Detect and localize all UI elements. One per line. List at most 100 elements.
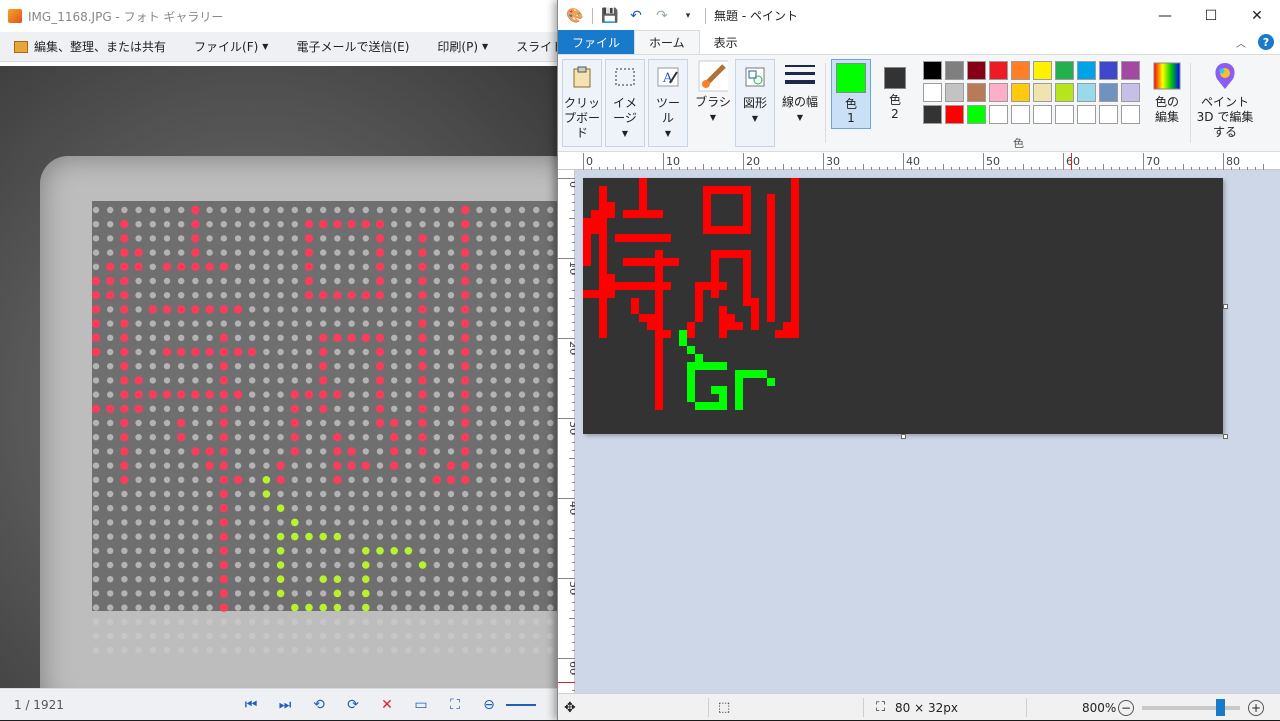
led-dot (447, 206, 455, 214)
led-dot (120, 319, 129, 328)
gallery-menu-item[interactable]: 電子メールで送信(E) (282, 38, 423, 55)
palette-swatch[interactable] (1033, 83, 1052, 102)
zoom-in-button[interactable]: + (1248, 699, 1264, 716)
palette-swatch[interactable] (1011, 83, 1030, 102)
palette-swatch[interactable] (1077, 105, 1096, 124)
edit-colors-button[interactable]: 色の編集 (1147, 59, 1187, 151)
customize-qat-icon[interactable]: ▾ (679, 7, 697, 25)
palette-swatch[interactable] (923, 61, 942, 80)
redo-icon[interactable]: ↷ (653, 7, 671, 25)
maximize-button[interactable]: ☐ (1188, 0, 1234, 31)
palette-swatch[interactable] (967, 83, 986, 102)
palette-swatch[interactable] (1077, 61, 1096, 80)
led-dot (92, 448, 100, 455)
delete-icon[interactable]: ✕ (370, 693, 404, 717)
led-dot (447, 363, 455, 370)
rotate-left-icon[interactable]: ⟲ (302, 693, 336, 717)
paint3d-button[interactable]: ペイント 3D で編集する (1194, 59, 1256, 151)
palette-swatch[interactable] (945, 61, 964, 80)
palette-swatch[interactable] (923, 105, 942, 124)
palette-swatch[interactable] (967, 61, 986, 80)
palette-swatch[interactable] (1121, 105, 1140, 124)
tab-file[interactable]: ファイル (558, 30, 635, 54)
palette-swatch[interactable] (1055, 61, 1074, 80)
zoom-slider[interactable] (1142, 698, 1240, 716)
image-button[interactable]: イメージ ▼ (605, 59, 645, 147)
save-icon[interactable]: 💾 (601, 7, 619, 25)
gallery-menu-item[interactable]: 印刷(P) ▼ (423, 38, 502, 55)
palette-swatch[interactable] (989, 105, 1008, 124)
led-dot (362, 603, 370, 612)
led-dot (461, 205, 470, 215)
zoom-out-icon[interactable]: ⊖ (472, 693, 506, 717)
palette-swatch[interactable] (1033, 105, 1052, 124)
palette-swatch[interactable] (989, 61, 1008, 80)
undo-icon[interactable]: ↶ (627, 7, 645, 25)
red-pixel-block (727, 322, 735, 330)
led-dot (361, 220, 370, 229)
tab-home[interactable]: ホーム (634, 30, 700, 54)
zoom-out-button[interactable]: − (1118, 699, 1134, 716)
led-dot (462, 505, 469, 512)
led-dot (206, 618, 213, 625)
drawing-canvas[interactable] (583, 178, 1223, 434)
led-dot (405, 405, 412, 412)
tab-view[interactable]: 表示 (700, 30, 752, 54)
palette-swatch[interactable] (1011, 105, 1030, 124)
led-dot (304, 291, 314, 300)
tools-button[interactable]: A ツール ▼ (648, 59, 688, 147)
color2-button[interactable]: 色 2 (875, 59, 915, 129)
led-dot (219, 404, 228, 413)
led-dot (334, 320, 341, 327)
first-photo-icon[interactable]: ⏮ (234, 693, 268, 717)
led-dot (249, 363, 256, 370)
rotate-right-icon[interactable]: ⟳ (336, 693, 370, 717)
palette-swatch[interactable] (1055, 105, 1074, 124)
minimize-button[interactable]: — (1142, 0, 1188, 31)
led-dot (148, 305, 157, 314)
clipboard-button[interactable]: クリップボード (562, 59, 602, 147)
palette-swatch[interactable] (1099, 105, 1118, 124)
led-dot (490, 632, 497, 640)
palette-swatch[interactable] (1077, 83, 1096, 102)
palette-swatch[interactable] (967, 105, 986, 124)
led-dot (107, 561, 114, 569)
help-icon[interactable]: ? (1258, 34, 1274, 50)
resize-handle-bottom[interactable] (901, 434, 906, 439)
palette-swatch[interactable] (945, 83, 964, 102)
palette-swatch[interactable] (945, 105, 964, 124)
led-dot (461, 291, 470, 300)
led-dot (504, 576, 511, 583)
red-pixel-block (615, 234, 671, 242)
led-dot (120, 248, 129, 257)
led-dot (192, 377, 199, 384)
shapes-button[interactable]: 図形 ▼ (735, 59, 775, 147)
brush-button[interactable]: ブラシ ▼ (691, 59, 735, 151)
led-dot (320, 263, 327, 270)
palette-swatch[interactable] (1121, 61, 1140, 80)
fit-to-window-icon[interactable]: ⛶ (438, 693, 472, 717)
close-button[interactable]: ✕ (1234, 0, 1280, 31)
palette-swatch[interactable] (923, 83, 942, 102)
gallery-menu-item[interactable]: 編集、整理、または共有 (0, 38, 180, 55)
resize-handle-right[interactable] (1223, 304, 1228, 309)
line-width-button[interactable]: 線の幅 ▼ (778, 59, 822, 151)
gallery-menu-item[interactable]: ファイル(F) ▼ (180, 38, 282, 55)
palette-swatch[interactable] (1099, 61, 1118, 80)
led-dot (433, 348, 440, 356)
zoom-slider[interactable] (506, 703, 536, 706)
palette-swatch[interactable] (1055, 83, 1074, 102)
resize-handle-corner[interactable] (1223, 434, 1228, 439)
slideshow-icon[interactable]: ▭ (404, 693, 438, 717)
palette-swatch[interactable] (989, 83, 1008, 102)
color1-button[interactable]: 色 1 (831, 59, 871, 129)
palette-swatch[interactable] (1011, 61, 1030, 80)
zoom-slider-knob[interactable] (1216, 698, 1225, 716)
led-dot (92, 377, 100, 384)
collapse-ribbon-icon[interactable]: ︿ (1236, 35, 1246, 50)
palette-swatch[interactable] (1121, 83, 1140, 102)
palette-swatch[interactable] (1099, 83, 1118, 102)
next-photo-icon[interactable]: ⏭ (268, 693, 302, 717)
palette-swatch[interactable] (1033, 61, 1052, 80)
led-dot (263, 377, 270, 384)
